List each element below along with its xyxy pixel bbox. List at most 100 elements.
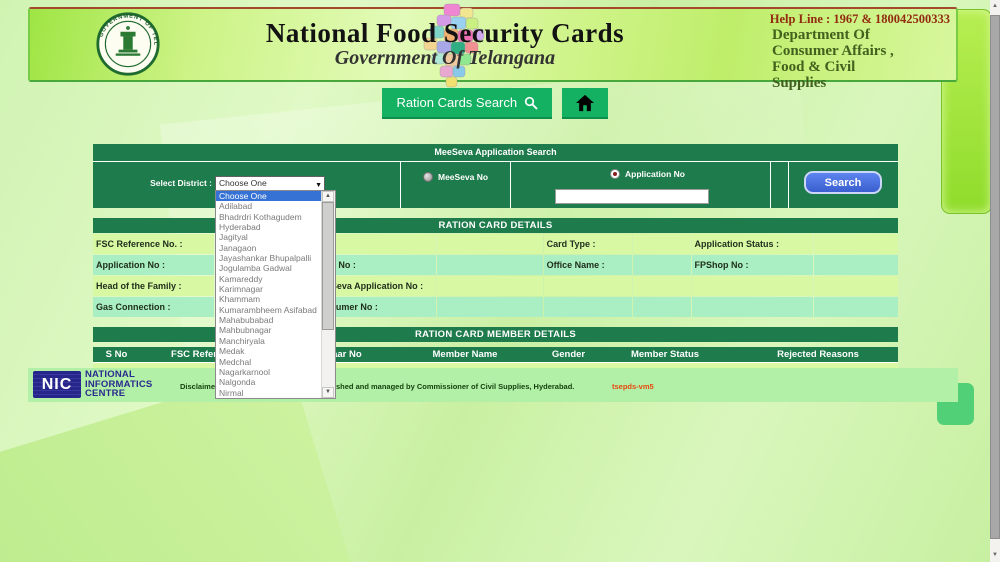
dropdown-option[interactable]: Adilabad bbox=[216, 201, 322, 211]
dropdown-option[interactable]: Jagityal bbox=[216, 232, 322, 242]
department-line: Department Of bbox=[772, 27, 870, 43]
dropdown-option[interactable]: Mahabubabad bbox=[216, 315, 322, 325]
detail-label: Card Type : bbox=[543, 234, 632, 254]
page-scrollbar[interactable]: ▲ ▼ bbox=[990, 0, 1000, 562]
scroll-down-icon[interactable]: ▼ bbox=[990, 549, 1000, 562]
nic-logo[interactable]: NIC bbox=[33, 371, 81, 398]
dropdown-option[interactable]: Bhadrdri Kothagudem bbox=[216, 212, 322, 222]
detail-row: Head of the Family : MeeSeva Application… bbox=[93, 276, 898, 296]
dropdown-option[interactable]: Medchal bbox=[216, 357, 322, 367]
detail-value-cell bbox=[813, 297, 898, 317]
detail-value-cell bbox=[632, 297, 691, 317]
detail-label bbox=[543, 276, 632, 296]
dropdown-option[interactable]: Medak bbox=[216, 346, 322, 356]
meeseva-search-body: Select District : Choose One ▼ MeeSeva N… bbox=[93, 162, 898, 208]
home-icon bbox=[575, 94, 594, 111]
member-details-title: RATION CARD MEMBER DETAILS bbox=[93, 327, 898, 342]
detail-value-cell bbox=[437, 234, 543, 254]
dropdown-scrollbar-thumb[interactable] bbox=[322, 202, 334, 330]
site-title: National Food Security Cards bbox=[265, 18, 625, 48]
detail-value-cell bbox=[813, 276, 898, 296]
dropdown-option[interactable]: Kumarambheem Asifabad bbox=[216, 305, 322, 315]
column-header: Gender bbox=[551, 349, 586, 360]
divider bbox=[400, 162, 401, 208]
nav-bar: Ration Cards Search bbox=[0, 88, 990, 119]
department-line: Consumer Affairs , bbox=[772, 43, 894, 59]
detail-label: FSC Reference No. : bbox=[93, 234, 215, 254]
department-line: Food & Civil bbox=[772, 59, 856, 75]
district-dropdown-list: Choose One Adilabad Bhadrdri Kothagudem … bbox=[215, 190, 336, 399]
scroll-up-icon[interactable]: ▲ bbox=[322, 191, 334, 202]
detail-value-cell bbox=[437, 276, 543, 296]
dropdown-option[interactable]: Jogulamba Gadwal bbox=[216, 263, 322, 273]
dropdown-option[interactable]: Khammam bbox=[216, 294, 322, 304]
application-no-radio-group: Application No bbox=[610, 169, 685, 179]
detail-label: Gas Connection : bbox=[93, 297, 215, 317]
detail-row: Application No : Form No : Office Name :… bbox=[93, 255, 898, 275]
meeseva-no-radio-group: MeeSeva No bbox=[423, 172, 488, 182]
meeseva-no-radio[interactable] bbox=[423, 172, 433, 182]
detail-value-cell bbox=[632, 234, 691, 254]
dropdown-option[interactable]: Manchiryala bbox=[216, 336, 322, 346]
dropdown-option[interactable]: Jayashankar Bhupalpalli bbox=[216, 253, 322, 263]
scroll-down-icon[interactable]: ▼ bbox=[322, 387, 334, 398]
select-district-label: Select District : bbox=[150, 178, 212, 188]
detail-label: Application No : bbox=[93, 255, 215, 275]
ration-card-details-title: RATION CARD DETAILS bbox=[93, 218, 898, 233]
divider bbox=[788, 162, 789, 208]
detail-label: Application Status : bbox=[691, 234, 813, 254]
page: GOVERNMENT OF TELANGANA bbox=[0, 0, 1000, 562]
district-dropdown-items: Choose One Adilabad Bhadrdri Kothagudem … bbox=[216, 191, 322, 398]
department-text: Department Of Consumer Affairs , Food & … bbox=[772, 27, 894, 91]
dropdown-option[interactable]: Choose One bbox=[216, 191, 322, 202]
magnifier-icon bbox=[524, 96, 538, 110]
site-subtitle: Government Of Telangana bbox=[334, 47, 556, 69]
detail-value-cell bbox=[813, 255, 898, 275]
application-no-input[interactable] bbox=[555, 189, 709, 204]
ration-cards-search-label: Ration Cards Search bbox=[396, 95, 518, 110]
detail-label bbox=[543, 297, 632, 317]
detail-row: Gas Connection : Consumer No : bbox=[93, 297, 898, 317]
page-scrollbar-thumb[interactable] bbox=[990, 15, 1000, 539]
dropdown-option[interactable]: Janagaon bbox=[216, 243, 322, 253]
meeseva-no-label: MeeSeva No bbox=[438, 172, 489, 182]
district-select[interactable]: Choose One ▼ bbox=[215, 176, 325, 191]
dropdown-option[interactable]: Hyderabad bbox=[216, 222, 322, 232]
divider bbox=[510, 162, 511, 208]
dropdown-option[interactable]: Mahbubnagar bbox=[216, 325, 322, 335]
column-header: Member Name bbox=[432, 349, 498, 360]
scroll-up-icon[interactable]: ▲ bbox=[990, 0, 1000, 13]
detail-label bbox=[691, 276, 813, 296]
application-no-radio[interactable] bbox=[610, 169, 620, 179]
district-select-value: Choose One bbox=[219, 178, 267, 188]
server-tag: tsepds-vm5 bbox=[612, 382, 654, 391]
telangana-government-seal: GOVERNMENT OF TELANGANA bbox=[95, 11, 160, 76]
dropdown-option[interactable]: Karimnagar bbox=[216, 284, 322, 294]
detail-value-cell bbox=[813, 234, 898, 254]
detail-value-cell bbox=[632, 276, 691, 296]
detail-value-cell bbox=[437, 297, 543, 317]
nic-name-line: CENTRE bbox=[85, 388, 126, 399]
home-button[interactable] bbox=[561, 88, 608, 119]
dropdown-scrollbar[interactable]: ▲ ▼ bbox=[321, 191, 335, 398]
detail-label: Head of the Family : bbox=[93, 276, 215, 296]
dropdown-option[interactable]: Nirmal bbox=[216, 388, 322, 398]
dropdown-option[interactable]: Kamareddy bbox=[216, 274, 322, 284]
detail-value-cell bbox=[632, 255, 691, 275]
application-no-label: Application No bbox=[625, 169, 685, 179]
search-button[interactable]: Search bbox=[804, 171, 882, 194]
member-table-header: S No FSC Reference No Aadhaar No Member … bbox=[93, 347, 898, 362]
column-header: Rejected Reasons bbox=[777, 349, 859, 360]
column-header: S No bbox=[105, 349, 128, 360]
nic-name: NATIONAL INFORMATICS CENTRE bbox=[85, 370, 152, 399]
header-banner: GOVERNMENT OF TELANGANA bbox=[28, 3, 958, 91]
detail-label: FPShop No : bbox=[691, 255, 813, 275]
dropdown-option[interactable]: Nalgonda bbox=[216, 377, 322, 387]
footer: NIC NATIONAL INFORMATICS CENTRE Disclaim… bbox=[28, 368, 958, 402]
column-header: Member Status bbox=[630, 349, 700, 360]
meeseva-search-panel: MeeSeva Application Search Select Distri… bbox=[93, 144, 898, 208]
dropdown-option[interactable]: Nagarkarnool bbox=[216, 367, 322, 377]
detail-label: Office Name : bbox=[543, 255, 632, 275]
ration-cards-search-button[interactable]: Ration Cards Search bbox=[382, 88, 553, 119]
disclaimer-text: shed and managed by Commissioner of Civi… bbox=[336, 382, 575, 391]
